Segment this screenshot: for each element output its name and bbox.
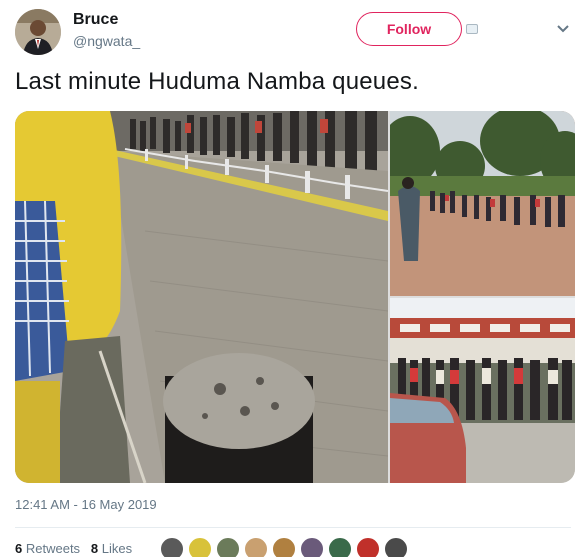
author-name[interactable]: Bruce: [73, 11, 118, 29]
retweets-label: Retweets: [25, 541, 81, 556]
follow-translate-icon: [466, 24, 478, 34]
author-handle[interactable]: @ngwata_: [73, 33, 140, 49]
sidewalk-bollard-photo[interactable]: [15, 111, 388, 483]
liker-avatar[interactable]: [356, 537, 380, 557]
dirt-field-queue-photo[interactable]: [390, 111, 575, 296]
divider: [15, 527, 571, 528]
liker-avatar[interactable]: [300, 537, 324, 557]
tweet-text: Last minute Huduma Namba queues.: [15, 68, 419, 95]
liker-avatar[interactable]: [244, 537, 268, 557]
likes-count: 8: [90, 541, 99, 556]
liker-avatar[interactable]: [272, 537, 296, 557]
likes-label: Likes: [101, 541, 133, 556]
retweets-count: 6: [15, 541, 23, 556]
liker-avatar[interactable]: [216, 537, 240, 557]
liker-avatar[interactable]: [384, 537, 408, 557]
avatar[interactable]: [15, 9, 61, 55]
tweet-timestamp[interactable]: 12:41 AM - 16 May 2019: [15, 497, 157, 512]
retweets-stat[interactable]: 6 Retweets: [15, 541, 80, 556]
profile-photo-icon: [15, 9, 61, 55]
liker-avatar[interactable]: [160, 537, 184, 557]
likes-stat[interactable]: 8 Likes: [91, 541, 132, 556]
liker-avatars: [160, 537, 412, 557]
tweet-stats: 6 Retweets 8 Likes: [15, 541, 132, 556]
liker-avatar[interactable]: [188, 537, 212, 557]
chevron-down-icon[interactable]: [556, 24, 570, 34]
media-grid: [15, 111, 575, 483]
liker-avatar[interactable]: [328, 537, 352, 557]
follow-button[interactable]: Follow: [356, 12, 462, 46]
building-queue-photo[interactable]: [390, 298, 575, 483]
